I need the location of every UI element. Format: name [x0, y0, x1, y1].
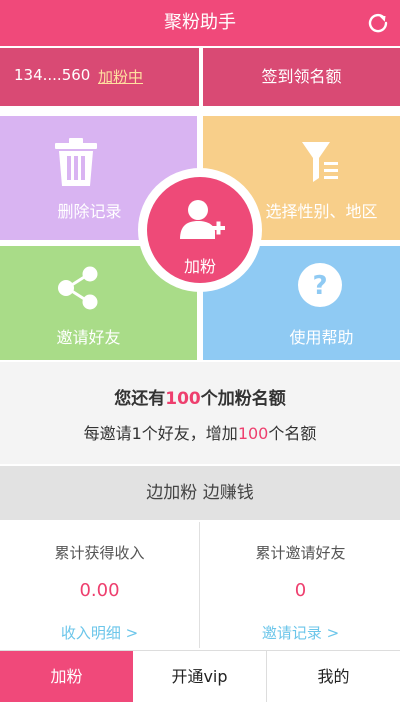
- income-value: 0.00: [79, 580, 120, 601]
- add-fans-label: 加粉: [183, 257, 216, 276]
- invites-stat: 累计邀请好友 0 邀请记录 >: [201, 522, 400, 648]
- income-stat: 累计获得收入 0.00 收入明细 >: [0, 522, 199, 648]
- stats-panel: 累计获得收入 0.00 收入明细 > 累计邀请好友 0 邀请记录 >: [0, 522, 400, 648]
- bottom-tab-bar: 加粉 开通vip 我的: [0, 650, 400, 702]
- quota-count: 100: [165, 389, 201, 409]
- filter-label: 选择性别、地区: [265, 202, 378, 221]
- tab-add-fans[interactable]: 加粉: [0, 651, 133, 702]
- quota-rule-count: 100: [237, 424, 269, 443]
- quota-rule-suffix: 个名额: [268, 424, 317, 443]
- quota-rule: 每邀请1个好友，增加100个名额: [0, 420, 400, 444]
- refresh-icon[interactable]: [364, 9, 392, 37]
- add-fans-button[interactable]: 加粉: [147, 177, 253, 283]
- tab-vip[interactable]: 开通vip: [133, 651, 267, 702]
- signin-button[interactable]: 签到领名额: [203, 48, 400, 106]
- invites-caption: 累计邀请好友: [255, 544, 346, 562]
- account-number: 134....560: [14, 66, 91, 84]
- share-icon: [58, 266, 98, 310]
- quota-suffix: 个加粉名额: [200, 389, 286, 409]
- trash-icon: [55, 138, 97, 186]
- quota-rule-prefix: 每邀请1个好友，增加: [83, 424, 238, 443]
- filter-icon: [302, 142, 338, 182]
- account-status[interactable]: 134....560 加粉中: [0, 48, 199, 106]
- tab-mine[interactable]: 我的: [267, 651, 400, 702]
- status-row: 134....560 加粉中 签到领名额: [0, 48, 400, 106]
- income-caption: 累计获得收入: [54, 544, 145, 562]
- quota-panel: 您还有100个加粉名额 每邀请1个好友，增加100个名额: [0, 362, 400, 464]
- svg-text:?: ?: [312, 271, 327, 301]
- stats-divider: [199, 522, 200, 648]
- help-icon: ?: [298, 263, 342, 307]
- income-detail-link[interactable]: 收入明细 >: [0, 622, 199, 643]
- invite-label: 邀请好友: [56, 328, 121, 347]
- add-user-icon: [180, 200, 225, 239]
- account-state-link[interactable]: 加粉中: [98, 66, 143, 87]
- slogan-banner: 边加粉 边赚钱: [0, 466, 400, 520]
- app-title: 聚粉助手: [164, 12, 236, 33]
- invite-records-link[interactable]: 邀请记录 >: [201, 622, 400, 643]
- quota-prefix: 您还有: [114, 389, 166, 409]
- invites-value: 0: [294, 580, 307, 601]
- title-bar: 聚粉助手: [0, 0, 400, 46]
- quota-remaining: 您还有100个加粉名额: [0, 384, 400, 409]
- help-label: 使用帮助: [289, 328, 354, 347]
